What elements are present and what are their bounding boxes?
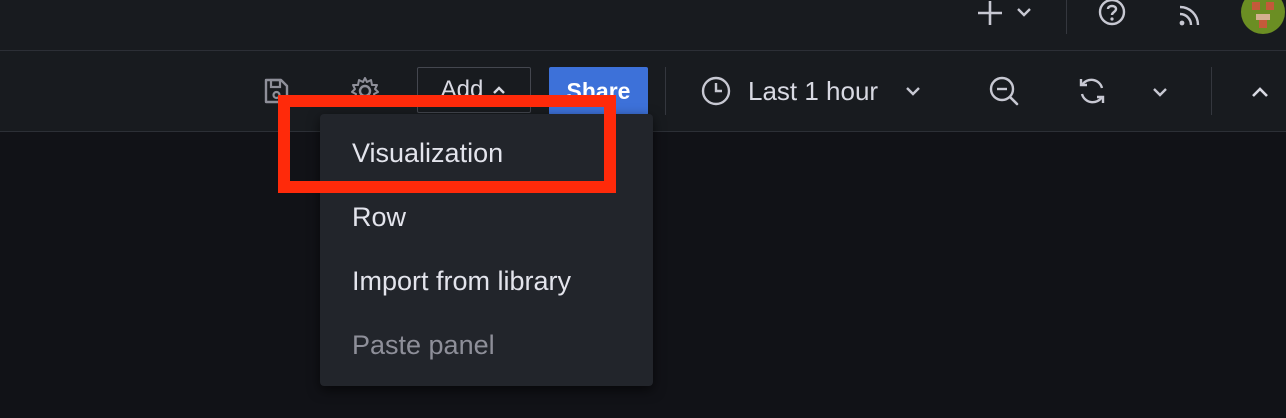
help-icon[interactable] (1095, 0, 1129, 28)
menu-item-label: Import from library (352, 266, 572, 296)
menu-item-row[interactable]: Row (352, 201, 406, 233)
highlight-box (278, 95, 616, 193)
time-range-picker[interactable]: Last 1 hour (700, 67, 950, 115)
zoom-out-icon[interactable] (985, 73, 1023, 109)
refresh-icon[interactable] (1073, 73, 1111, 109)
menu-item-label: Row (352, 202, 407, 232)
divider (1211, 67, 1212, 115)
chevron-up-icon[interactable] (1247, 80, 1273, 104)
menu-item-import-from-library[interactable]: Import from library (352, 265, 571, 297)
avatar[interactable] (1240, 0, 1286, 34)
divider (1066, 0, 1067, 34)
chevron-down-icon (904, 82, 922, 100)
time-range-label: Last 1 hour (748, 75, 879, 106)
divider (665, 67, 666, 115)
menu-item-label: Paste panel (352, 330, 495, 360)
plus-icon[interactable] (974, 0, 1006, 26)
top-nav-bar (0, 0, 1286, 51)
rss-icon[interactable] (1174, 0, 1206, 30)
clock-icon (700, 75, 732, 107)
chevron-down-icon[interactable] (1148, 80, 1172, 104)
menu-item-paste-panel: Paste panel (352, 329, 495, 361)
chevron-down-icon[interactable] (1012, 0, 1036, 24)
